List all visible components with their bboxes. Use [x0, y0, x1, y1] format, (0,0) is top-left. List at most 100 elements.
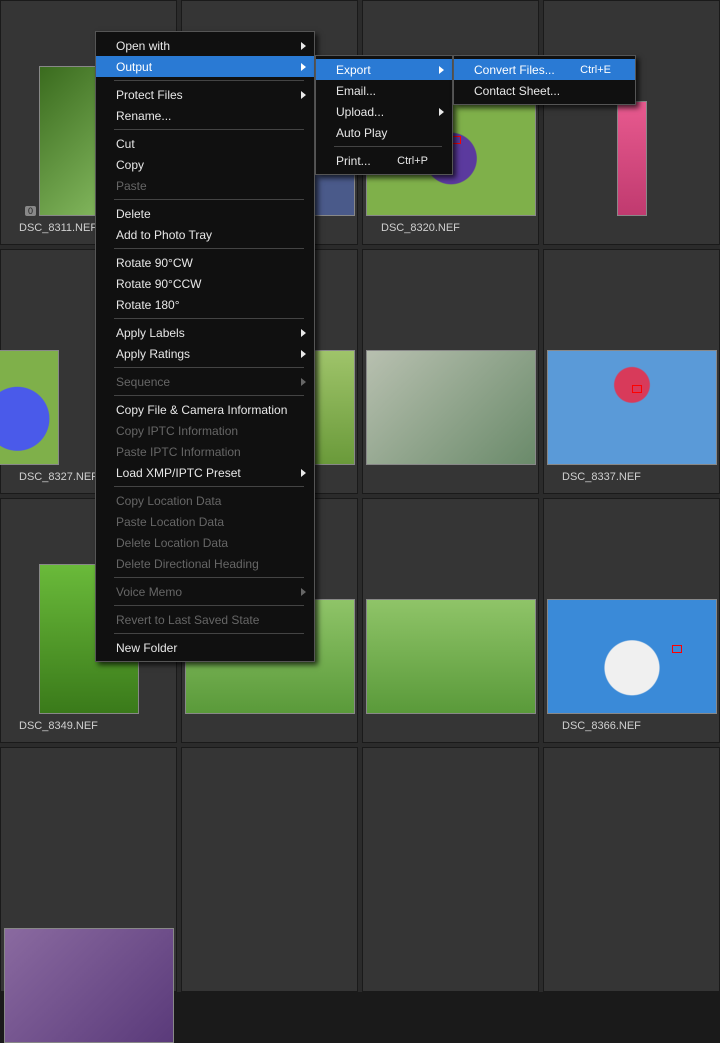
- thumbnail-cell[interactable]: [543, 0, 720, 245]
- menu-label: Open with: [116, 39, 170, 53]
- menu-delete[interactable]: Delete: [96, 203, 314, 224]
- chevron-right-icon: [301, 63, 306, 71]
- menu-label: Copy Location Data: [116, 494, 221, 508]
- chevron-right-icon: [301, 378, 306, 386]
- menu-label: Load XMP/IPTC Preset: [116, 466, 241, 480]
- menu-copy[interactable]: Copy: [96, 154, 314, 175]
- menu-copy-iptc: Copy IPTC Information: [96, 420, 314, 441]
- menu-label: Paste IPTC Information: [116, 445, 241, 459]
- menu-label: Delete Directional Heading: [116, 557, 259, 571]
- menu-auto-play[interactable]: Auto Play: [316, 122, 452, 143]
- menu-new-folder[interactable]: New Folder: [96, 637, 314, 658]
- menu-rename[interactable]: Rename...: [96, 105, 314, 126]
- menu-rotate-cw[interactable]: Rotate 90°CW: [96, 252, 314, 273]
- menu-paste: Paste: [96, 175, 314, 196]
- menu-separator: [114, 199, 304, 200]
- thumbnail-image: [547, 350, 717, 465]
- thumbnail-cell[interactable]: [543, 747, 720, 992]
- menu-separator: [114, 577, 304, 578]
- menu-separator: [114, 367, 304, 368]
- menu-separator: [114, 80, 304, 81]
- shortcut-label: Ctrl+P: [397, 155, 428, 167]
- menu-label: Protect Files: [116, 88, 183, 102]
- menu-label: Print...: [336, 154, 371, 168]
- thumbnail-cell[interactable]: [181, 747, 358, 992]
- filename-label: DSC_8337.NEF: [544, 471, 641, 483]
- thumbnail-cell[interactable]: [0, 747, 177, 992]
- thumbnail-cell[interactable]: [362, 747, 539, 992]
- thumbnail-image: [0, 350, 59, 465]
- thumbnail-image: [4, 928, 174, 1043]
- menu-label: Rotate 180°: [116, 298, 180, 312]
- menu-convert-files[interactable]: Convert Files...Ctrl+E: [454, 59, 635, 80]
- menu-label: Email...: [336, 84, 376, 98]
- menu-label: Delete: [116, 207, 151, 221]
- menu-label: Upload...: [336, 105, 384, 119]
- menu-apply-ratings[interactable]: Apply Ratings: [96, 343, 314, 364]
- context-menu: Open with Output Protect Files Rename...…: [95, 31, 315, 662]
- menu-label: Add to Photo Tray: [116, 228, 212, 242]
- menu-copy-location: Copy Location Data: [96, 490, 314, 511]
- menu-cut[interactable]: Cut: [96, 133, 314, 154]
- menu-email[interactable]: Email...: [316, 80, 452, 101]
- menu-rotate-ccw[interactable]: Rotate 90°CCW: [96, 273, 314, 294]
- submenu-export: Convert Files...Ctrl+E Contact Sheet...: [453, 55, 636, 105]
- menu-label: Delete Location Data: [116, 536, 228, 550]
- menu-load-xmp-iptc-preset[interactable]: Load XMP/IPTC Preset: [96, 462, 314, 483]
- thumbnail-image: [617, 101, 647, 216]
- menu-protect-files[interactable]: Protect Files: [96, 84, 314, 105]
- menu-copy-file-camera-info[interactable]: Copy File & Camera Information: [96, 399, 314, 420]
- menu-export[interactable]: Export: [316, 59, 452, 80]
- filename-label: DSC_8320.NEF: [363, 222, 460, 234]
- menu-label: Rotate 90°CCW: [116, 277, 202, 291]
- menu-separator: [114, 633, 304, 634]
- chevron-right-icon: [301, 588, 306, 596]
- menu-label: Auto Play: [336, 126, 387, 140]
- menu-output[interactable]: Output: [96, 56, 314, 77]
- filename-label: DSC_8311.NEF: [1, 222, 97, 234]
- menu-separator: [114, 395, 304, 396]
- menu-revert: Revert to Last Saved State: [96, 609, 314, 630]
- menu-print[interactable]: Print... Ctrl+P: [316, 150, 452, 171]
- chevron-right-icon: [301, 350, 306, 358]
- thumbnail-image: [366, 350, 536, 465]
- menu-label: Rotate 90°CW: [116, 256, 193, 270]
- chevron-right-icon: [439, 66, 444, 74]
- label-badge: 0: [25, 206, 36, 216]
- menu-label: Apply Ratings: [116, 347, 190, 361]
- menu-label: Copy File & Camera Information: [116, 403, 287, 417]
- chevron-right-icon: [439, 108, 444, 116]
- menu-add-photo-tray[interactable]: Add to Photo Tray: [96, 224, 314, 245]
- menu-separator: [114, 486, 304, 487]
- menu-sequence: Sequence: [96, 371, 314, 392]
- chevron-right-icon: [301, 469, 306, 477]
- menu-label: Paste Location Data: [116, 515, 224, 529]
- menu-apply-labels[interactable]: Apply Labels: [96, 322, 314, 343]
- thumbnail-cell[interactable]: DSC_8337.NEF: [543, 249, 720, 494]
- menu-label: Convert Files...: [474, 63, 555, 77]
- menu-upload[interactable]: Upload...: [316, 101, 452, 122]
- menu-label: Copy IPTC Information: [116, 424, 238, 438]
- thumbnail-cell[interactable]: DSC_8366.NEF: [543, 498, 720, 743]
- menu-delete-location: Delete Location Data: [96, 532, 314, 553]
- menu-rotate-180[interactable]: Rotate 180°: [96, 294, 314, 315]
- menu-label: Voice Memo: [116, 585, 182, 599]
- chevron-right-icon: [301, 91, 306, 99]
- thumbnail-cell[interactable]: [362, 249, 539, 494]
- menu-open-with[interactable]: Open with: [96, 35, 314, 56]
- menu-label: Sequence: [116, 375, 170, 389]
- filename-label: DSC_8366.NEF: [544, 720, 641, 732]
- menu-paste-iptc: Paste IPTC Information: [96, 441, 314, 462]
- thumbnail-cell[interactable]: [362, 498, 539, 743]
- thumbnail-image: [547, 599, 717, 714]
- menu-label: Export: [336, 63, 371, 77]
- menu-label: Cut: [116, 137, 135, 151]
- menu-separator: [334, 146, 442, 147]
- menu-label: Apply Labels: [116, 326, 185, 340]
- menu-voice-memo: Voice Memo: [96, 581, 314, 602]
- chevron-right-icon: [301, 329, 306, 337]
- menu-contact-sheet[interactable]: Contact Sheet...: [454, 80, 635, 101]
- chevron-right-icon: [301, 42, 306, 50]
- submenu-output: Export Email... Upload... Auto Play Prin…: [315, 55, 453, 175]
- menu-separator: [114, 129, 304, 130]
